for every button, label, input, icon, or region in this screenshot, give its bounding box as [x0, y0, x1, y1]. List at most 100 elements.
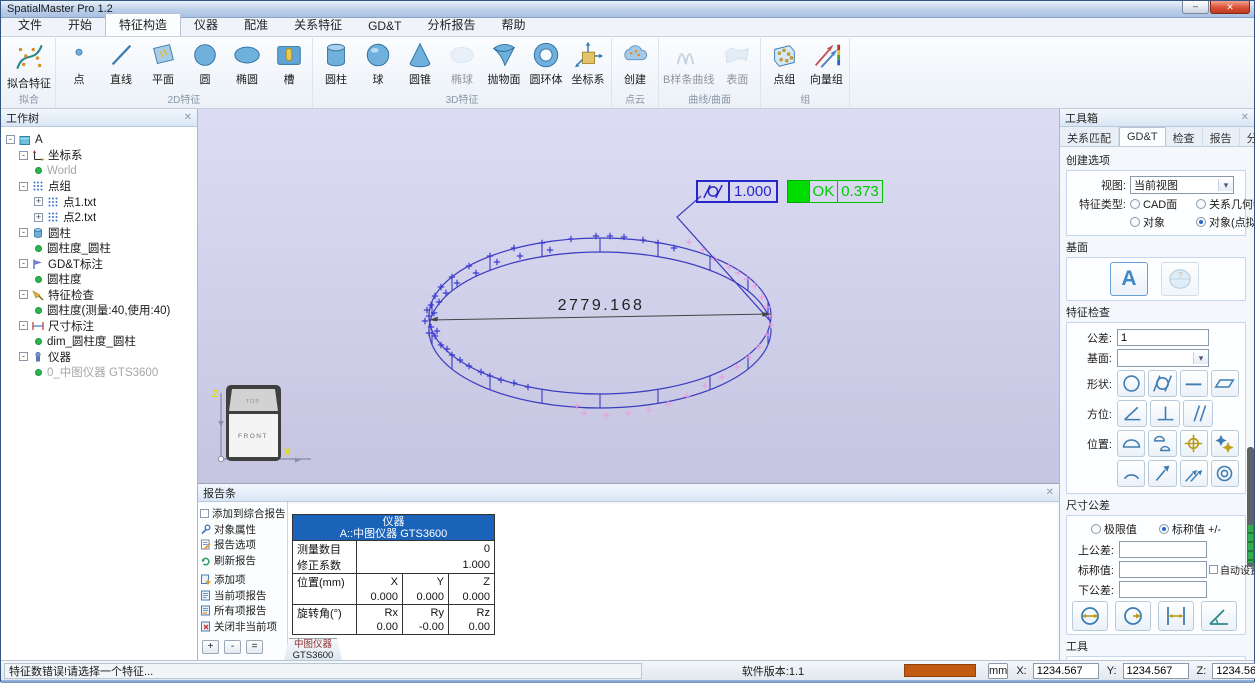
tree-expander[interactable]: -: [19, 182, 28, 191]
concentricity-button[interactable]: [1211, 460, 1239, 487]
font-reset-button[interactable]: =: [246, 640, 263, 654]
checkbox-icon[interactable]: [200, 509, 209, 518]
tree-node-dimension[interactable]: -尺寸标注: [3, 318, 195, 334]
roundness-button[interactable]: [1117, 370, 1145, 397]
datum-a-button[interactable]: A: [1110, 262, 1148, 296]
cylinder-rim-top[interactable]: [429, 238, 771, 394]
vector-group-button[interactable]: 向量组: [805, 38, 847, 87]
toolbox-scrollbar[interactable]: [1247, 447, 1254, 567]
cylinder-button[interactable]: 圆柱: [315, 38, 357, 87]
radio-relation-geom[interactable]: 关系几何特征: [1196, 196, 1254, 212]
menu-instrument[interactable]: 仪器: [181, 14, 231, 36]
report-options-button[interactable]: 报告选项: [200, 537, 285, 553]
view-cube[interactable]: TOP FRONT Z X: [206, 375, 324, 477]
cad-scene[interactable]: 2779.168: [198, 109, 1059, 483]
total-runout-button[interactable]: [1180, 460, 1208, 487]
tree-node-gdt[interactable]: -GD&T标注: [3, 256, 195, 272]
datum-select[interactable]: [1117, 349, 1209, 367]
radio-object[interactable]: 对象: [1130, 214, 1192, 230]
tree-expander[interactable]: -: [19, 151, 28, 160]
font-increase-button[interactable]: +: [202, 640, 219, 654]
radio-icon[interactable]: [1130, 199, 1140, 209]
tree-node-pts1[interactable]: +点1.txt: [3, 194, 195, 210]
point-button[interactable]: 点: [58, 38, 100, 87]
report-bar-close-icon[interactable]: ✕: [1046, 487, 1054, 498]
tree-node-cylindricity[interactable]: 圆柱度: [3, 272, 195, 288]
tolerance-input[interactable]: [1117, 329, 1209, 346]
radio-icon[interactable]: [1130, 217, 1140, 227]
tree-expander[interactable]: -: [19, 352, 28, 361]
datum-circle-button[interactable]: ?: [1161, 262, 1199, 296]
runout-button[interactable]: [1148, 460, 1176, 487]
minimize-button[interactable]: –: [1182, 1, 1209, 14]
diameter-dim-button[interactable]: [1072, 601, 1108, 631]
slot-button[interactable]: 槽: [268, 38, 310, 87]
refresh-report-button[interactable]: 刷新报告: [200, 553, 285, 569]
angularity-button[interactable]: [1117, 400, 1147, 427]
tab-inspect[interactable]: 检查: [1166, 127, 1203, 146]
line-button[interactable]: 直线: [100, 38, 142, 87]
straightness-button[interactable]: [1180, 370, 1208, 397]
tree-node-pts2[interactable]: +点2.txt: [3, 210, 195, 226]
menu-file[interactable]: 文件: [5, 14, 55, 36]
font-decrease-button[interactable]: -: [224, 640, 241, 654]
create-pointcloud-button[interactable]: 创建: [614, 38, 656, 87]
radio-object-fit[interactable]: 对象(点拟合): [1196, 214, 1254, 230]
radio-icon[interactable]: [1196, 199, 1206, 209]
profile-surface-button[interactable]: [1148, 430, 1176, 457]
cylindricity-button[interactable]: [1148, 370, 1176, 397]
dimension-line[interactable]: [429, 314, 771, 320]
angle-dim-button[interactable]: [1201, 601, 1237, 631]
tab-gdt[interactable]: GD&T: [1119, 127, 1166, 146]
y-coord-input[interactable]: [1123, 663, 1189, 679]
tree-expander[interactable]: +: [34, 197, 43, 206]
radio-limit-value[interactable]: 极限值: [1091, 521, 1137, 537]
chevron-down-icon[interactable]: [1193, 352, 1208, 364]
tab-relation-match[interactable]: 关系匹配: [1060, 127, 1119, 146]
tree-node-cylindricity-cyl[interactable]: 圆柱度_圆柱: [3, 241, 195, 257]
tree-node-root[interactable]: -A: [3, 132, 195, 148]
cone-button[interactable]: 圆锥: [399, 38, 441, 87]
position-button[interactable]: [1180, 430, 1208, 457]
arc-check-button[interactable]: [1117, 460, 1145, 487]
menu-feature-construct[interactable]: 特征构造: [105, 13, 181, 36]
x-coord-input[interactable]: [1033, 663, 1099, 679]
circle-button[interactable]: 圆: [184, 38, 226, 87]
profile-line-button[interactable]: [1117, 430, 1145, 457]
tree-expander[interactable]: -: [19, 259, 28, 268]
close-button[interactable]: ✕: [1210, 1, 1250, 14]
view-select[interactable]: 当前视图: [1130, 176, 1234, 194]
object-properties-button[interactable]: 对象属性: [200, 522, 285, 538]
add-item-button[interactable]: 添加项: [200, 572, 285, 588]
ellipse-button[interactable]: 椭圆: [226, 38, 268, 87]
checkbox-icon[interactable]: [1209, 565, 1218, 574]
fit-feature-button[interactable]: 拟合特征: [5, 38, 53, 91]
tree-node-instrument[interactable]: -仪器: [3, 349, 195, 365]
worktree-close-icon[interactable]: ✕: [184, 112, 192, 123]
add-to-report-checkbox[interactable]: 添加到综合报告: [200, 506, 285, 522]
tree-node-cylinder[interactable]: -圆柱: [3, 225, 195, 241]
z-coord-input[interactable]: [1212, 663, 1255, 679]
menu-relation-feature[interactable]: 关系特征: [281, 14, 355, 36]
toolbox-close-icon[interactable]: ✕: [1241, 112, 1249, 123]
radio-icon[interactable]: [1196, 217, 1206, 227]
report-tab-instrument[interactable]: 中图仪器 GTS3600: [284, 638, 342, 660]
tree-expander[interactable]: -: [19, 321, 28, 330]
menu-gdt[interactable]: GD&T: [355, 17, 414, 36]
point-group-button[interactable]: 点组: [763, 38, 805, 87]
tab-analysis[interactable]: 分析: [1240, 127, 1255, 146]
plane-button[interactable]: 平面: [142, 38, 184, 87]
tree-expander[interactable]: +: [34, 213, 43, 222]
dimension-text[interactable]: 2779.168: [558, 297, 645, 314]
radio-icon[interactable]: [1159, 524, 1169, 534]
current-item-report-button[interactable]: 当前项报告: [200, 588, 285, 604]
tree-node-dim-item[interactable]: dim_圆柱度_圆柱: [3, 334, 195, 350]
upper-tol-input[interactable]: [1119, 541, 1207, 558]
tab-report[interactable]: 报告: [1203, 127, 1240, 146]
gdt-annotation[interactable]: 1.000 OK 0.373: [698, 180, 883, 203]
unit-button[interactable]: mm: [988, 663, 1008, 679]
tree-expander[interactable]: -: [6, 135, 15, 144]
nominal-input[interactable]: [1119, 561, 1207, 578]
flatness-button[interactable]: [1211, 370, 1239, 397]
torus-button[interactable]: 圆环体: [525, 38, 567, 87]
